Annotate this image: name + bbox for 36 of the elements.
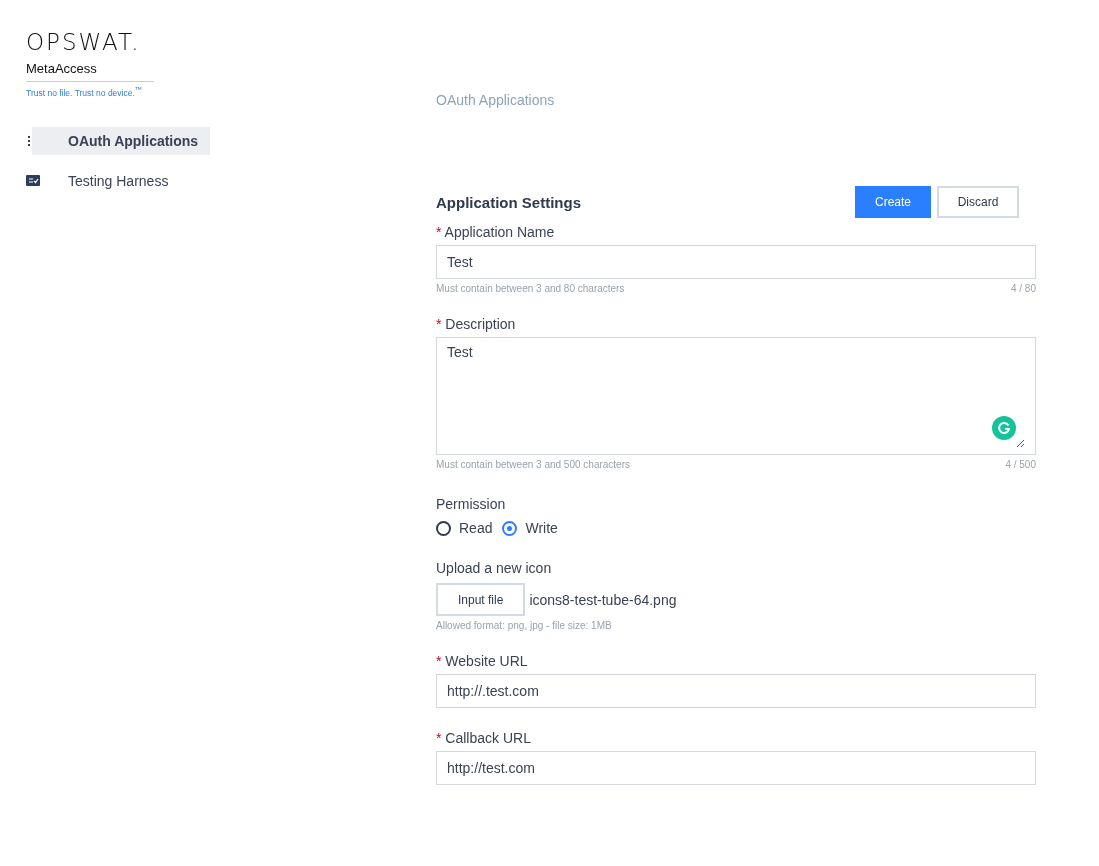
brand-logo: OPSWAT. [26, 30, 142, 54]
tagline: Trust no file. Trust no device.$^{™}$ [26, 86, 143, 98]
file-name: icons8-test-tube-64.png [529, 591, 677, 608]
text-field[interactable]: http://test.com [436, 751, 1036, 785]
field-label: Description [445, 316, 516, 332]
radio-button[interactable] [502, 520, 518, 536]
field-label: Permission [436, 496, 506, 512]
product-name: MetaAccess [26, 61, 154, 82]
sidebar-item[interactable]: OAuth Applications [32, 126, 210, 155]
character-count: 4 / 80 [1010, 283, 1036, 294]
radio-label[interactable]: Read [459, 520, 493, 536]
discard-button[interactable]: Discard [937, 186, 1019, 218]
page-title: OAuth Applications [436, 92, 556, 108]
input-file-button[interactable]: Input file [436, 583, 526, 616]
field-label: Application Name [444, 224, 555, 240]
field-label: Website URL [445, 653, 528, 669]
radio-button[interactable] [436, 520, 451, 536]
resize-handle-icon[interactable] [1016, 439, 1025, 448]
required-mark: * [436, 653, 442, 669]
create-button[interactable]: Create [854, 186, 931, 218]
required-mark: * [436, 224, 442, 240]
checklist-icon [26, 175, 40, 187]
section-title: Application Settings [436, 193, 581, 211]
character-count: 4 / 500 [1005, 459, 1036, 470]
field-hint: Must contain between 3 and 500 characters [436, 459, 630, 470]
text-field[interactable]: http://.test.com [436, 674, 1036, 708]
text-area[interactable]: Test [436, 337, 1036, 455]
radio-label[interactable]: Write [525, 520, 558, 536]
field-label: Callback URL [445, 730, 531, 746]
field-hint: Must contain between 3 and 80 characters [436, 283, 625, 294]
field-hint: Allowed format: png, jpg - file size: 1MB [436, 620, 612, 631]
required-mark: * [436, 316, 442, 332]
text-field[interactable]: Test [436, 245, 1036, 279]
field-label: Upload a new icon [436, 560, 552, 576]
sidebar-item[interactable]: Testing Harness [32, 166, 210, 195]
required-mark: * [436, 730, 442, 746]
